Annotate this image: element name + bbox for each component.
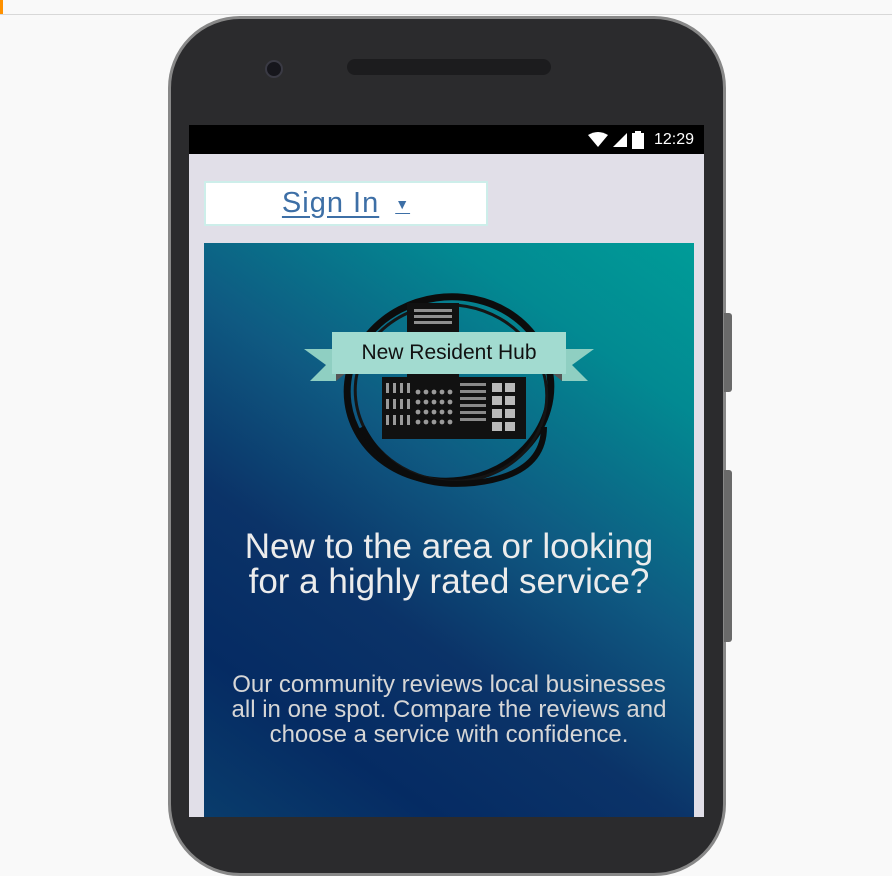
camera-icon	[265, 60, 283, 78]
hero-subtitle: Our community reviews local businesses a…	[231, 671, 667, 748]
hero-title: New to the area or looking for a highly …	[244, 527, 654, 601]
logo-graphic	[304, 293, 594, 487]
logo: New Resident Hub	[304, 277, 594, 487]
browser-divider	[0, 14, 892, 15]
signal-icon	[612, 132, 627, 147]
speaker-grille	[347, 59, 551, 75]
battery-icon	[631, 130, 644, 149]
logo-text: New Resident Hub	[361, 341, 537, 364]
signin-label: Sign In	[281, 187, 380, 219]
caret-down-icon: ▼	[395, 195, 411, 212]
signin-link[interactable]: Sign In ▼	[282, 187, 410, 220]
wifi-icon	[587, 131, 608, 147]
status-time: 12:29	[653, 130, 694, 148]
browser-indicator	[0, 0, 3, 14]
status-icons: 12:29	[587, 125, 694, 154]
phone-screen: 12:29 Sign In ▼ New Resident Hub New to …	[189, 125, 704, 817]
power-button[interactable]	[724, 313, 732, 392]
signin-dropdown[interactable]: Sign In ▼	[204, 181, 488, 226]
status-bar: 12:29	[189, 125, 704, 154]
volume-button[interactable]	[724, 470, 732, 642]
hero-section: New Resident Hub New to the area or look…	[204, 243, 694, 817]
